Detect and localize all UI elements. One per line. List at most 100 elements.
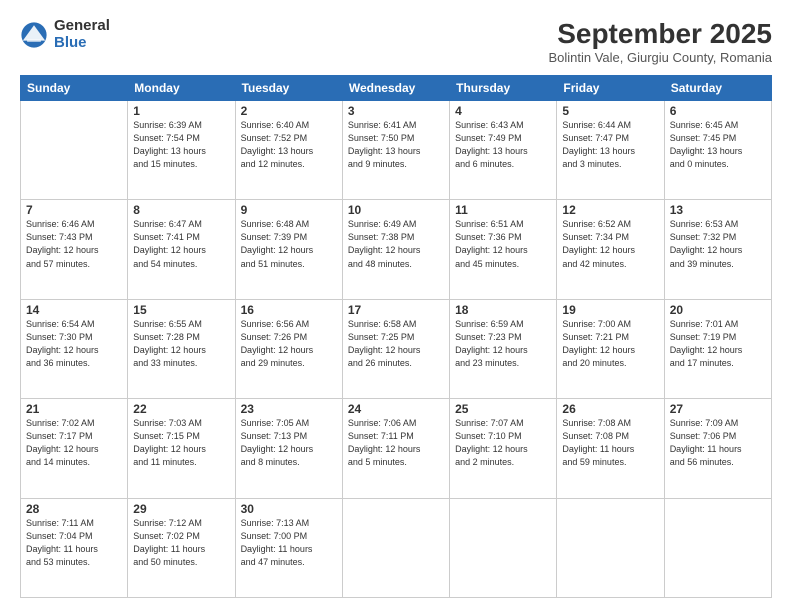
calendar-cell: 26Sunrise: 7:08 AM Sunset: 7:08 PM Dayli…: [557, 399, 664, 498]
calendar-cell: 29Sunrise: 7:12 AM Sunset: 7:02 PM Dayli…: [128, 498, 235, 597]
cell-info: Sunrise: 6:49 AM Sunset: 7:38 PM Dayligh…: [348, 218, 444, 270]
cell-day-number: 4: [455, 104, 551, 118]
cell-day-number: 10: [348, 203, 444, 217]
cell-info: Sunrise: 7:13 AM Sunset: 7:00 PM Dayligh…: [241, 517, 337, 569]
calendar-cell: 30Sunrise: 7:13 AM Sunset: 7:00 PM Dayli…: [235, 498, 342, 597]
header-sunday: Sunday: [21, 76, 128, 101]
cell-day-number: 22: [133, 402, 229, 416]
cell-info: Sunrise: 6:47 AM Sunset: 7:41 PM Dayligh…: [133, 218, 229, 270]
calendar-header-row: SundayMondayTuesdayWednesdayThursdayFrid…: [21, 76, 772, 101]
cell-day-number: 24: [348, 402, 444, 416]
calendar-cell: 11Sunrise: 6:51 AM Sunset: 7:36 PM Dayli…: [450, 200, 557, 299]
week-row-2: 7Sunrise: 6:46 AM Sunset: 7:43 PM Daylig…: [21, 200, 772, 299]
calendar-cell: 2Sunrise: 6:40 AM Sunset: 7:52 PM Daylig…: [235, 101, 342, 200]
cell-day-number: 11: [455, 203, 551, 217]
cell-day-number: 18: [455, 303, 551, 317]
calendar-cell: 4Sunrise: 6:43 AM Sunset: 7:49 PM Daylig…: [450, 101, 557, 200]
header-tuesday: Tuesday: [235, 76, 342, 101]
cell-info: Sunrise: 6:45 AM Sunset: 7:45 PM Dayligh…: [670, 119, 766, 171]
cell-info: Sunrise: 7:00 AM Sunset: 7:21 PM Dayligh…: [562, 318, 658, 370]
cell-info: Sunrise: 6:58 AM Sunset: 7:25 PM Dayligh…: [348, 318, 444, 370]
header: General Blue September 2025 Bolintin Val…: [20, 18, 772, 65]
calendar-title: September 2025: [548, 18, 772, 50]
cell-info: Sunrise: 6:46 AM Sunset: 7:43 PM Dayligh…: [26, 218, 122, 270]
logo-text: General Blue: [54, 18, 110, 51]
cell-day-number: 5: [562, 104, 658, 118]
cell-info: Sunrise: 7:03 AM Sunset: 7:15 PM Dayligh…: [133, 417, 229, 469]
cell-info: Sunrise: 6:41 AM Sunset: 7:50 PM Dayligh…: [348, 119, 444, 171]
calendar-cell: 12Sunrise: 6:52 AM Sunset: 7:34 PM Dayli…: [557, 200, 664, 299]
cell-info: Sunrise: 6:53 AM Sunset: 7:32 PM Dayligh…: [670, 218, 766, 270]
cell-info: Sunrise: 6:43 AM Sunset: 7:49 PM Dayligh…: [455, 119, 551, 171]
cell-info: Sunrise: 7:11 AM Sunset: 7:04 PM Dayligh…: [26, 517, 122, 569]
cell-day-number: 3: [348, 104, 444, 118]
calendar-cell: 23Sunrise: 7:05 AM Sunset: 7:13 PM Dayli…: [235, 399, 342, 498]
title-block: September 2025 Bolintin Vale, Giurgiu Co…: [548, 18, 772, 65]
cell-info: Sunrise: 7:06 AM Sunset: 7:11 PM Dayligh…: [348, 417, 444, 469]
cell-day-number: 2: [241, 104, 337, 118]
cell-day-number: 6: [670, 104, 766, 118]
cell-day-number: 16: [241, 303, 337, 317]
calendar-cell: 22Sunrise: 7:03 AM Sunset: 7:15 PM Dayli…: [128, 399, 235, 498]
calendar-cell: 14Sunrise: 6:54 AM Sunset: 7:30 PM Dayli…: [21, 299, 128, 398]
cell-info: Sunrise: 7:07 AM Sunset: 7:10 PM Dayligh…: [455, 417, 551, 469]
header-monday: Monday: [128, 76, 235, 101]
cell-info: Sunrise: 6:56 AM Sunset: 7:26 PM Dayligh…: [241, 318, 337, 370]
cell-day-number: 30: [241, 502, 337, 516]
logo-general: General: [54, 18, 110, 35]
calendar-subtitle: Bolintin Vale, Giurgiu County, Romania: [548, 50, 772, 65]
header-saturday: Saturday: [664, 76, 771, 101]
cell-info: Sunrise: 7:09 AM Sunset: 7:06 PM Dayligh…: [670, 417, 766, 469]
cell-day-number: 26: [562, 402, 658, 416]
header-wednesday: Wednesday: [342, 76, 449, 101]
page: General Blue September 2025 Bolintin Val…: [0, 0, 792, 612]
cell-day-number: 9: [241, 203, 337, 217]
cell-info: Sunrise: 7:02 AM Sunset: 7:17 PM Dayligh…: [26, 417, 122, 469]
calendar-cell: 9Sunrise: 6:48 AM Sunset: 7:39 PM Daylig…: [235, 200, 342, 299]
calendar-cell: 13Sunrise: 6:53 AM Sunset: 7:32 PM Dayli…: [664, 200, 771, 299]
calendar-cell: 21Sunrise: 7:02 AM Sunset: 7:17 PM Dayli…: [21, 399, 128, 498]
cell-info: Sunrise: 7:12 AM Sunset: 7:02 PM Dayligh…: [133, 517, 229, 569]
calendar-cell: 17Sunrise: 6:58 AM Sunset: 7:25 PM Dayli…: [342, 299, 449, 398]
calendar-cell: 7Sunrise: 6:46 AM Sunset: 7:43 PM Daylig…: [21, 200, 128, 299]
logo: General Blue: [20, 18, 110, 51]
cell-day-number: 21: [26, 402, 122, 416]
cell-info: Sunrise: 6:44 AM Sunset: 7:47 PM Dayligh…: [562, 119, 658, 171]
header-thursday: Thursday: [450, 76, 557, 101]
cell-info: Sunrise: 6:48 AM Sunset: 7:39 PM Dayligh…: [241, 218, 337, 270]
calendar-cell: 24Sunrise: 7:06 AM Sunset: 7:11 PM Dayli…: [342, 399, 449, 498]
calendar-cell: 5Sunrise: 6:44 AM Sunset: 7:47 PM Daylig…: [557, 101, 664, 200]
cell-info: Sunrise: 7:01 AM Sunset: 7:19 PM Dayligh…: [670, 318, 766, 370]
cell-day-number: 23: [241, 402, 337, 416]
week-row-1: 1Sunrise: 6:39 AM Sunset: 7:54 PM Daylig…: [21, 101, 772, 200]
calendar-cell: 1Sunrise: 6:39 AM Sunset: 7:54 PM Daylig…: [128, 101, 235, 200]
calendar-cell: [557, 498, 664, 597]
cell-day-number: 17: [348, 303, 444, 317]
calendar-cell: 28Sunrise: 7:11 AM Sunset: 7:04 PM Dayli…: [21, 498, 128, 597]
cell-day-number: 20: [670, 303, 766, 317]
cell-day-number: 14: [26, 303, 122, 317]
calendar-cell: 19Sunrise: 7:00 AM Sunset: 7:21 PM Dayli…: [557, 299, 664, 398]
calendar-cell: 27Sunrise: 7:09 AM Sunset: 7:06 PM Dayli…: [664, 399, 771, 498]
calendar-cell: [664, 498, 771, 597]
week-row-4: 21Sunrise: 7:02 AM Sunset: 7:17 PM Dayli…: [21, 399, 772, 498]
week-row-3: 14Sunrise: 6:54 AM Sunset: 7:30 PM Dayli…: [21, 299, 772, 398]
cell-day-number: 7: [26, 203, 122, 217]
calendar-cell: 20Sunrise: 7:01 AM Sunset: 7:19 PM Dayli…: [664, 299, 771, 398]
calendar-cell: 25Sunrise: 7:07 AM Sunset: 7:10 PM Dayli…: [450, 399, 557, 498]
cell-day-number: 12: [562, 203, 658, 217]
logo-icon: [20, 21, 48, 49]
cell-day-number: 25: [455, 402, 551, 416]
cell-info: Sunrise: 6:39 AM Sunset: 7:54 PM Dayligh…: [133, 119, 229, 171]
cell-day-number: 19: [562, 303, 658, 317]
cell-day-number: 29: [133, 502, 229, 516]
calendar-table: SundayMondayTuesdayWednesdayThursdayFrid…: [20, 75, 772, 598]
cell-info: Sunrise: 6:55 AM Sunset: 7:28 PM Dayligh…: [133, 318, 229, 370]
calendar-cell: 18Sunrise: 6:59 AM Sunset: 7:23 PM Dayli…: [450, 299, 557, 398]
cell-info: Sunrise: 6:54 AM Sunset: 7:30 PM Dayligh…: [26, 318, 122, 370]
cell-day-number: 27: [670, 402, 766, 416]
cell-day-number: 28: [26, 502, 122, 516]
cell-day-number: 1: [133, 104, 229, 118]
calendar-cell: 15Sunrise: 6:55 AM Sunset: 7:28 PM Dayli…: [128, 299, 235, 398]
calendar-cell: 10Sunrise: 6:49 AM Sunset: 7:38 PM Dayli…: [342, 200, 449, 299]
